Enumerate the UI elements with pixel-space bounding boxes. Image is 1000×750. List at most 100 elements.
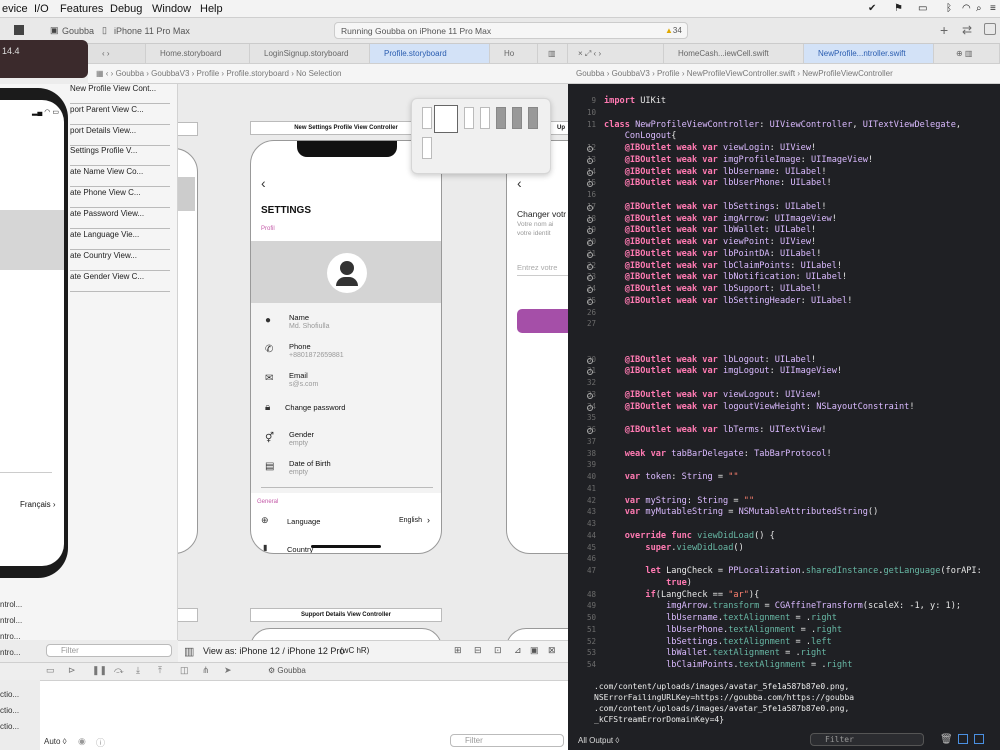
- code-line[interactable]: var myMutableString = NSMutableAttribute…: [604, 507, 879, 517]
- update-submit-button[interactable]: [517, 309, 568, 333]
- code-line[interactable]: weak var tabBarDelegate: TabBarProtocol!: [604, 449, 832, 459]
- language-value[interactable]: Français ›: [20, 500, 56, 509]
- menu-io[interactable]: I/O: [34, 3, 49, 15]
- support-vc-frame[interactable]: [250, 628, 442, 640]
- back-chevron-icon[interactable]: ‹: [517, 175, 522, 191]
- code-editor[interactable]: 9 import UIKit 10 11 class NewProfileViewCon…: [568, 84, 1000, 680]
- code-line[interactable]: let LangCheck = PPLocalization.sharedIns…: [604, 566, 981, 576]
- mini-scene[interactable]: [422, 137, 432, 159]
- pause-icon[interactable]: ❚❚: [92, 665, 107, 676]
- outline-item[interactable]: ate Country View...: [70, 251, 170, 271]
- dob-label[interactable]: Date of Birth: [289, 459, 331, 468]
- outline-item[interactable]: ate Phone View C...: [70, 188, 170, 208]
- code-line[interactable]: @IBOutlet weak var lbTerms: UITextView!: [604, 425, 827, 435]
- outlet-connection-icon[interactable]: [587, 263, 593, 270]
- eye-icon[interactable]: ◉: [78, 736, 86, 747]
- jump-group[interactable]: GoubbaV3: [612, 69, 650, 78]
- code-line[interactable]: lbSettings.textAlignment = .left: [604, 637, 832, 647]
- country-label[interactable]: Country: [287, 545, 313, 553]
- flag-icon[interactable]: ⚑: [894, 3, 903, 14]
- expand-icon[interactable]: ⤢: [585, 49, 591, 58]
- outlet-connection-icon[interactable]: [587, 428, 593, 434]
- output-selector[interactable]: All Output ◊: [578, 736, 619, 745]
- code-line[interactable]: var myString: String = "": [604, 496, 754, 506]
- menu-device[interactable]: evice: [2, 3, 28, 15]
- close-icon[interactable]: ×: [578, 49, 583, 58]
- code-line[interactable]: @IBOutlet weak var lbWallet: UILabel!: [604, 225, 817, 235]
- console-output[interactable]: .com/content/uploads/images/avatar_5fe1a…: [568, 680, 1000, 750]
- outlet-connection-icon[interactable]: [587, 204, 593, 211]
- menu-features[interactable]: Features: [60, 3, 103, 15]
- code-line[interactable]: override func viewDidLoad() {: [604, 531, 775, 541]
- outlet-connection-icon[interactable]: [587, 287, 593, 293]
- outline-item[interactable]: New Profile View Cont...: [70, 84, 170, 104]
- code-line[interactable]: lbUsername.textAlignment = .right: [604, 613, 837, 623]
- update-input[interactable]: Entrez votre: [517, 263, 557, 272]
- outlet-connection-icon[interactable]: [587, 392, 593, 399]
- support-vc-label[interactable]: Support Details View Controller: [250, 608, 442, 622]
- battery-icon[interactable]: ▭: [918, 3, 927, 14]
- mini-viewport[interactable]: [434, 105, 458, 133]
- jump-file[interactable]: Profile.storyboard: [226, 69, 289, 78]
- outline-fragment[interactable]: ctio...: [0, 706, 40, 722]
- wifi-icon[interactable]: ◠: [962, 3, 971, 14]
- simulator-screen[interactable]: ▂▄ ◠ ▭ Français ›: [0, 100, 64, 566]
- vc-label[interactable]: [178, 122, 198, 136]
- swap-icon[interactable]: ⇄: [962, 23, 972, 37]
- tab-profile-storyboard[interactable]: Profile.storyboard: [370, 44, 490, 64]
- back-chevron-icon[interactable]: ‹: [261, 175, 266, 191]
- jump-bar-left[interactable]: ▦ ‹ › Goubba › GoubbaV3 › Profile › Prof…: [88, 64, 568, 84]
- code-line[interactable]: @IBOutlet weak var logoutViewHeight: NSL…: [604, 402, 915, 412]
- split-icon[interactable]: ▥: [538, 44, 568, 64]
- align-icon[interactable]: ⊟: [474, 645, 482, 656]
- variables-filter-input[interactable]: Filter: [450, 734, 564, 747]
- code-line[interactable]: class NewProfileViewController: UIViewCo…: [604, 120, 961, 130]
- jump-folder[interactable]: Profile: [657, 69, 680, 78]
- code-line[interactable]: true): [604, 578, 692, 588]
- split-right-icon[interactable]: [974, 734, 984, 744]
- language-label[interactable]: Language: [287, 517, 320, 526]
- code-line[interactable]: @IBOutlet weak var viewLogin: UIView!: [604, 143, 817, 153]
- vc-label[interactable]: [178, 608, 198, 622]
- add-icon[interactable]: +: [940, 22, 948, 38]
- outlet-connection-icon[interactable]: [587, 169, 593, 176]
- console-filter-input[interactable]: Filter: [810, 733, 924, 746]
- outline-item[interactable]: ate Name View Co...: [70, 167, 170, 187]
- jump-group[interactable]: GoubbaV3: [151, 69, 189, 78]
- search-icon[interactable]: ⌕: [976, 3, 982, 14]
- outline-item[interactable]: port Details View...: [70, 126, 170, 146]
- scheme-name[interactable]: Goubba: [62, 26, 94, 36]
- phone-label[interactable]: Phone: [289, 342, 311, 351]
- outlet-connection-icon[interactable]: [587, 357, 593, 364]
- code-line[interactable]: super.viewDidLoad(): [604, 543, 743, 553]
- menu-help[interactable]: Help: [200, 3, 223, 15]
- mini-scene[interactable]: [512, 107, 522, 129]
- step-out-icon[interactable]: ⤒: [158, 665, 162, 676]
- outline-fragment[interactable]: ntrol...: [0, 600, 40, 616]
- code-line[interactable]: var token: String = "": [604, 472, 739, 482]
- bluetooth-icon[interactable]: ᛒ: [946, 3, 952, 14]
- breakpoints-icon[interactable]: ⊳: [68, 665, 76, 676]
- add-constraints-icon[interactable]: ⊡: [494, 645, 502, 656]
- code-line[interactable]: import UIKit: [604, 96, 666, 106]
- code-line[interactable]: lbUserPhone.textAlignment = .right: [604, 625, 842, 635]
- device-selector[interactable]: iPhone 11 Pro Max: [114, 26, 190, 36]
- back-icon[interactable]: ‹: [102, 49, 105, 58]
- email-label[interactable]: Email: [289, 371, 308, 380]
- variables-mode-selector[interactable]: Auto ◊: [44, 737, 67, 746]
- code-line[interactable]: @IBOutlet weak var lbClaimPoints: UILabe…: [604, 261, 842, 271]
- info-icon[interactable]: ⓘ: [96, 736, 105, 749]
- forward-icon[interactable]: ›: [598, 49, 601, 58]
- code-line[interactable]: lbWallet.textAlignment = .right: [604, 648, 826, 658]
- outlet-connection-icon[interactable]: [587, 157, 593, 164]
- vc-frame-left[interactable]: [178, 148, 198, 554]
- change-password-label[interactable]: Change password: [285, 403, 345, 412]
- code-line[interactable]: @IBOutlet weak var lbSettingHeader: UILa…: [604, 296, 853, 306]
- jump-project[interactable]: Goubba: [576, 69, 604, 78]
- outline-item[interactable]: port Parent View C...: [70, 105, 170, 125]
- debug-target[interactable]: ⚙ Goubba: [268, 666, 306, 675]
- outline-fragment[interactable]: ctio...: [0, 722, 40, 738]
- warning-count[interactable]: ▲34: [665, 26, 682, 35]
- outline-toggle-icon[interactable]: ▥: [184, 645, 194, 658]
- mini-scene[interactable]: [422, 107, 432, 129]
